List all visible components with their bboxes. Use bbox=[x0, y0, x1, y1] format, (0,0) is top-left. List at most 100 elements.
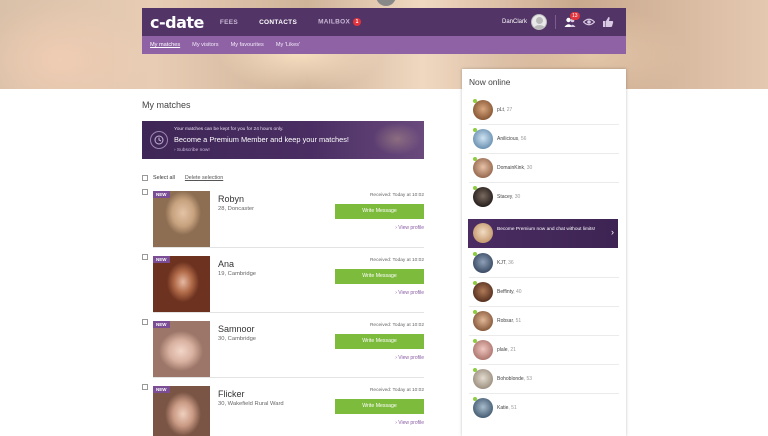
online-user-avatar bbox=[473, 311, 493, 331]
new-badge: NEW bbox=[153, 386, 170, 393]
match-card: NEW Samnoor 30, Cambridge Received: Toda… bbox=[142, 319, 424, 383]
online-user-age: , 51 bbox=[512, 318, 522, 324]
online-user[interactable]: Katie, 51 bbox=[462, 394, 626, 423]
view-profile-link[interactable]: › View profile bbox=[395, 290, 424, 296]
new-badge: NEW bbox=[153, 256, 170, 263]
online-status-dot bbox=[473, 281, 477, 285]
subnav-my-favourites[interactable]: My favourites bbox=[231, 42, 264, 48]
match-name[interactable]: Robyn bbox=[218, 194, 244, 204]
match-card: NEW Ana 19, Cambridge Received: Today at… bbox=[142, 254, 424, 318]
online-user-name: Robsar, 51 bbox=[497, 318, 521, 324]
match-photo[interactable] bbox=[153, 191, 210, 247]
online-status-dot bbox=[473, 368, 477, 372]
match-name[interactable]: Samnoor bbox=[218, 324, 255, 334]
online-user-age: , 27 bbox=[503, 107, 513, 113]
nav-mailbox-label: MAILBOX bbox=[318, 18, 351, 26]
match-photo[interactable] bbox=[153, 386, 210, 436]
online-user-avatar bbox=[473, 340, 493, 360]
online-user-age: , 40 bbox=[513, 289, 522, 295]
match-checkbox[interactable] bbox=[142, 189, 148, 195]
online-status-dot bbox=[473, 310, 477, 314]
online-user-avatar bbox=[473, 158, 493, 178]
view-profile-link[interactable]: › View profile bbox=[395, 225, 424, 231]
online-user-avatar bbox=[473, 398, 493, 418]
online-user-name-text: Beffinty bbox=[497, 289, 514, 295]
match-checkbox[interactable] bbox=[142, 384, 148, 390]
subnav-my-matches[interactable]: My matches bbox=[150, 42, 180, 48]
user-avatar[interactable] bbox=[531, 14, 547, 30]
nav-contacts[interactable]: CONTACTS bbox=[259, 19, 297, 26]
online-user-age: , 53 bbox=[523, 376, 533, 382]
match-divider bbox=[153, 377, 424, 378]
write-message-button[interactable]: Write Message bbox=[335, 334, 424, 349]
match-divider bbox=[153, 247, 424, 248]
write-message-button[interactable]: Write Message bbox=[335, 204, 424, 219]
match-age-location: 28, Doncaster bbox=[218, 206, 255, 212]
user-name[interactable]: DanClark bbox=[502, 19, 527, 25]
select-all-checkbox[interactable] bbox=[142, 175, 148, 181]
eye-icon[interactable] bbox=[582, 16, 596, 28]
online-user-name: KJT, 36 bbox=[497, 260, 514, 266]
online-user[interactable]: KJT, 36 bbox=[462, 249, 626, 278]
online-user[interactable]: Anilicious, 56 bbox=[462, 125, 626, 154]
top-nav-bar: c-date FEES CONTACTS MAILBOX 1 DanClark 1… bbox=[142, 8, 626, 36]
online-status-dot bbox=[473, 128, 477, 132]
match-age-location: 30, Cambridge bbox=[218, 336, 257, 342]
online-user[interactable]: Stacey, 30 bbox=[462, 183, 626, 212]
online-premium-text: Become Premium now and chat without limi… bbox=[497, 227, 596, 232]
premium-banner[interactable]: Your matches can be kept for you for 24 … bbox=[142, 121, 424, 159]
match-photo[interactable] bbox=[153, 321, 210, 377]
match-card: NEW Robyn 28, Doncaster Received: Today … bbox=[142, 189, 424, 253]
sub-nav-bar: My matches My visitors My favourites My … bbox=[142, 36, 626, 54]
new-badge: NEW bbox=[153, 191, 170, 198]
online-user-name-text: pLt bbox=[497, 107, 504, 113]
online-user-age: , 30 bbox=[523, 165, 533, 171]
subscribe-link[interactable]: › Subscribe now! bbox=[174, 148, 210, 153]
match-name[interactable]: Flicker bbox=[218, 389, 245, 399]
online-user-name-text: Katie bbox=[497, 405, 509, 411]
clock-icon bbox=[150, 131, 168, 149]
nav-fees[interactable]: FEES bbox=[220, 19, 238, 26]
online-user-name-text: Robsar bbox=[497, 318, 513, 324]
online-user[interactable]: Bohoblonde, 53 bbox=[462, 365, 626, 394]
match-photo[interactable] bbox=[153, 256, 210, 312]
subnav-my-visitors[interactable]: My visitors bbox=[192, 42, 218, 48]
online-user[interactable]: Robsar, 51 bbox=[462, 307, 626, 336]
premium-banner-notice: Your matches can be kept for you for 24 … bbox=[174, 127, 284, 132]
logo[interactable]: c-date bbox=[150, 13, 204, 32]
online-premium-banner[interactable]: Become Premium now and chat without limi… bbox=[468, 219, 618, 248]
online-status-dot bbox=[473, 99, 477, 103]
now-online-panel: Now online pLt, 27 Anilicious, 56 Domain… bbox=[462, 69, 626, 436]
mailbox-badge: 1 bbox=[353, 18, 362, 26]
match-checkbox[interactable] bbox=[142, 254, 148, 260]
online-user-name: DomainKink, 30 bbox=[497, 165, 532, 171]
match-checkbox[interactable] bbox=[142, 319, 148, 325]
match-divider bbox=[153, 312, 424, 313]
online-user[interactable]: plale, 21 bbox=[462, 336, 626, 365]
nav-mailbox[interactable]: MAILBOX 1 bbox=[318, 18, 362, 26]
now-online-title: Now online bbox=[469, 77, 511, 87]
online-status-dot bbox=[473, 397, 477, 401]
subnav-my-likes[interactable]: My 'Likes' bbox=[276, 42, 300, 48]
delete-selection-link[interactable]: Delete selection bbox=[185, 175, 223, 181]
write-message-button[interactable]: Write Message bbox=[335, 399, 424, 414]
select-all-label[interactable]: Select all bbox=[153, 175, 175, 181]
online-user-name: pLt, 27 bbox=[497, 107, 512, 113]
view-profile-link[interactable]: › View profile bbox=[395, 420, 424, 426]
match-name[interactable]: Ana bbox=[218, 259, 234, 269]
online-user-age: , 56 bbox=[518, 136, 527, 142]
new-badge: NEW bbox=[153, 321, 170, 328]
write-message-button[interactable]: Write Message bbox=[335, 269, 424, 284]
online-status-dot bbox=[473, 186, 477, 190]
thumbs-up-icon[interactable] bbox=[602, 16, 614, 28]
online-user[interactable]: pLt, 27 bbox=[462, 96, 626, 125]
online-user[interactable]: DomainKink, 30 bbox=[462, 154, 626, 183]
contacts-badge: 13 bbox=[570, 12, 580, 20]
online-user-avatar bbox=[473, 129, 493, 149]
online-user[interactable]: Beffinty, 40 bbox=[462, 278, 626, 307]
premium-banner-image bbox=[362, 121, 424, 159]
online-status-dot bbox=[473, 157, 477, 161]
online-status-dot bbox=[473, 339, 477, 343]
view-profile-link[interactable]: › View profile bbox=[395, 355, 424, 361]
online-user-name: Katie, 51 bbox=[497, 405, 517, 411]
